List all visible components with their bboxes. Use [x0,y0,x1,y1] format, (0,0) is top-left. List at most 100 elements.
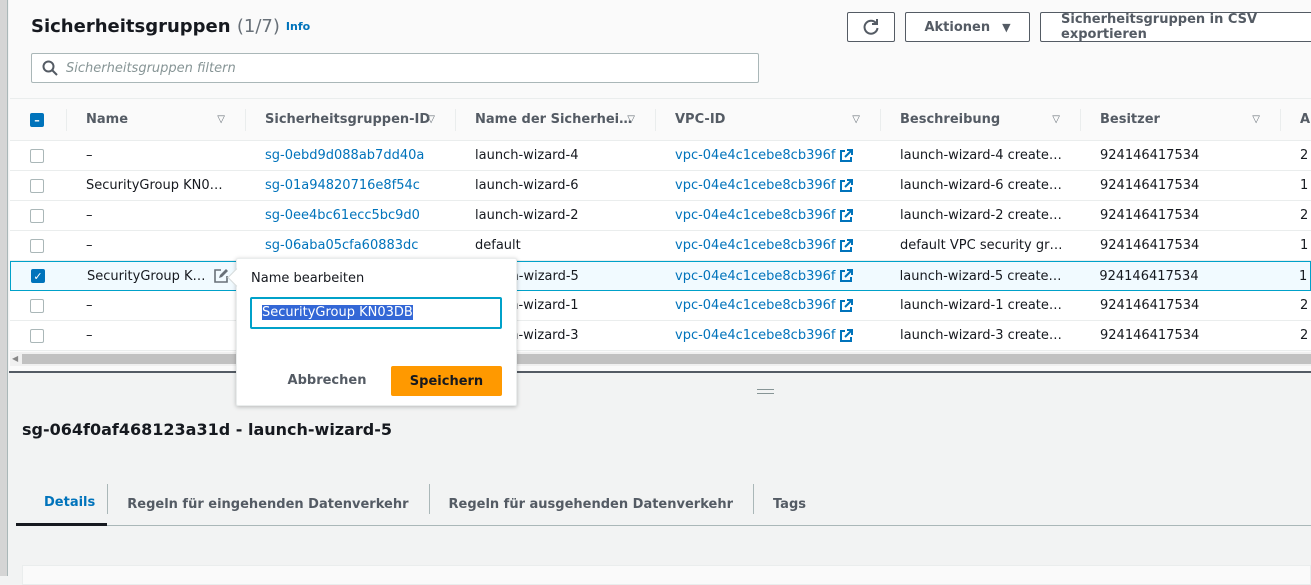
cell-extra: 2 [1300,148,1309,163]
search-icon [42,60,58,76]
sort-icon[interactable]: ▽ [1052,114,1060,125]
row-checkbox[interactable] [30,178,44,193]
sort-icon[interactable]: ▽ [1252,114,1260,125]
cell-group-name: launch-wizard-2 [475,208,579,223]
info-link[interactable]: Info [286,20,310,33]
cell-description: launch-wizard-1 create… [900,298,1062,313]
cell-extra: 1 [1300,178,1309,193]
cell-vpc-link[interactable]: vpc-04e4c1cebe8cb396f [675,238,835,253]
table-row[interactable]: – launch-wizard-3 vpc-04e4c1cebe8cb396f lau… [10,321,1311,351]
cell-vpc-link[interactable]: vpc-04e4c1cebe8cb396f [675,208,835,223]
sort-icon[interactable]: ▽ [852,114,860,125]
column-header-id[interactable]: Sicherheitsgruppen-ID ▽ [245,99,455,140]
cell-owner: 924146417534 [1100,328,1200,343]
row-checkbox[interactable] [30,238,44,253]
cell-name: SecurityGroup KN0… [86,178,223,193]
select-all-checkbox[interactable]: – [30,112,44,127]
table-row[interactable]: – sg-06aba05cfa60883dc default vpc-04e4c1ce… [10,231,1311,261]
edit-name-popover: Name bearbeiten SecurityGroup KN03DB Abb… [236,258,517,406]
column-header-more[interactable]: A [1280,99,1311,140]
row-checkbox[interactable]: ✓ [31,269,45,283]
cell-description: launch-wizard-4 create… [900,148,1062,163]
search-placeholder: Sicherheitsgruppen filtern [66,60,236,76]
cell-vpc-link[interactable]: vpc-04e4c1cebe8cb396f [675,298,835,313]
sort-icon[interactable]: ▽ [427,114,435,125]
save-button[interactable]: Speichern [391,366,502,396]
column-header-description[interactable]: Beschreibung ▽ [880,99,1080,140]
tab-outbound-rules[interactable]: Regeln für ausgehenden Datenverkehr [428,482,753,526]
cell-name: – [86,148,93,163]
resize-handle[interactable] [757,389,774,394]
cell-group-id-link[interactable]: sg-0ebd9d088ab7dd40a [265,148,424,163]
tab-details[interactable]: Details [16,482,108,526]
cell-owner: 924146417534 [1099,268,1199,284]
cell-description: default VPC security gr… [900,238,1063,253]
actions-button[interactable]: Aktionen ▼ [905,12,1030,42]
table-row[interactable]: – sg-0ebd9d088ab7dd40a launch-wizard-4 vpc-… [10,141,1311,171]
refresh-icon [863,19,879,35]
selection-count: (1/7) [236,16,280,37]
row-checkbox[interactable] [30,298,44,313]
security-groups-table: – Name ▽ Sicherheitsgruppen-ID ▽ Name der … [10,98,1311,351]
details-tabs: Details Regeln für eingehenden Datenverk… [16,482,1311,526]
cancel-button[interactable]: Abbrechen [277,366,377,394]
cell-owner: 924146417534 [1100,178,1200,193]
row-checkbox[interactable] [30,208,44,223]
cell-extra: 2 [1300,328,1309,343]
external-link-icon[interactable] [839,269,854,283]
sort-icon[interactable]: ▽ [627,114,635,125]
external-link-icon[interactable] [839,178,854,193]
scroll-left-icon[interactable]: ◀ [12,354,18,363]
popover-label: Name bearbeiten [251,271,365,286]
cell-vpc-link[interactable]: vpc-04e4c1cebe8cb396f [675,269,835,284]
row-checkbox[interactable] [30,328,44,343]
cell-group-id-link[interactable]: sg-06aba05cfa60883dc [265,238,418,253]
external-link-icon[interactable] [839,208,854,223]
tab-tags[interactable]: Tags [752,482,826,526]
external-link-icon[interactable] [839,148,854,163]
cell-vpc-link[interactable]: vpc-04e4c1cebe8cb396f [675,178,835,193]
cell-owner: 924146417534 [1100,298,1200,313]
external-link-icon[interactable] [839,328,854,343]
external-link-icon[interactable] [839,298,854,313]
cell-group-id-link[interactable]: sg-0ee4bc61ecc5bc9d0 [265,208,420,223]
cell-owner: 924146417534 [1100,208,1200,223]
table-row[interactable]: – sg-0ee4bc61ecc5bc9d0 launch-wizard-2 vpc-… [10,201,1311,231]
external-link-icon[interactable] [839,238,854,253]
table-header: – Name ▽ Sicherheitsgruppen-ID ▽ Name der … [10,98,1311,141]
scrollbar-thumb[interactable] [22,354,1311,364]
refresh-button[interactable] [847,12,895,42]
cell-vpc-link[interactable]: vpc-04e4c1cebe8cb396f [675,148,835,163]
table-row[interactable]: – launch-wizard-1 vpc-04e4c1cebe8cb396f lau… [10,291,1311,321]
table-row[interactable]: ✓ SecurityGroup K… launch-wizard-5 vpc-04e4… [10,261,1311,291]
column-header-owner[interactable]: Besitzer ▽ [1080,99,1280,140]
tab-inbound-rules[interactable]: Regeln für eingehenden Datenverkehr [107,482,428,526]
sort-icon[interactable]: ▽ [217,114,225,125]
cell-extra: 2 [1300,298,1309,313]
cell-group-name: launch-wizard-4 [475,148,579,163]
cell-description: launch-wizard-3 create… [900,328,1062,343]
cell-vpc-link[interactable]: vpc-04e4c1cebe8cb396f [675,328,835,343]
export-csv-button[interactable]: Sicherheitsgruppen in CSV exportieren [1040,12,1311,42]
caret-down-icon: ▼ [1002,20,1011,34]
column-header-vpc[interactable]: VPC-ID ▽ [655,99,880,140]
cell-group-id-link[interactable]: sg-01a94820716e8f54c [265,178,420,193]
details-title: sg-064f0af468123a31d - launch-wizard-5 [22,420,393,439]
table-row[interactable]: SecurityGroup KN0… sg-01a94820716e8f54c la… [10,171,1311,201]
details-panel [22,565,1311,585]
cell-name: – [86,298,93,313]
edit-icon[interactable] [213,269,228,283]
cell-extra: 1 [1300,238,1309,253]
name-input[interactable]: SecurityGroup KN03DB [250,297,502,329]
horizontal-scrollbar[interactable]: ◀ [10,352,1311,366]
cell-extra: 1 [1299,268,1308,284]
cell-description: launch-wizard-5 create… [899,268,1062,284]
search-input[interactable]: Sicherheitsgruppen filtern [31,53,759,83]
cell-name: SecurityGroup K… [86,268,206,284]
cell-description: launch-wizard-6 create… [900,178,1062,193]
column-header-name[interactable]: Name ▽ [66,99,245,140]
security-groups-panel: Sicherheitsgruppen (1/7) Info Sicherheits… [9,0,1311,373]
column-header-group-name[interactable]: Name der Sicherhei… ▽ [455,99,655,140]
row-checkbox[interactable] [30,148,44,163]
page-title: Sicherheitsgruppen (1/7) Info [31,16,311,37]
